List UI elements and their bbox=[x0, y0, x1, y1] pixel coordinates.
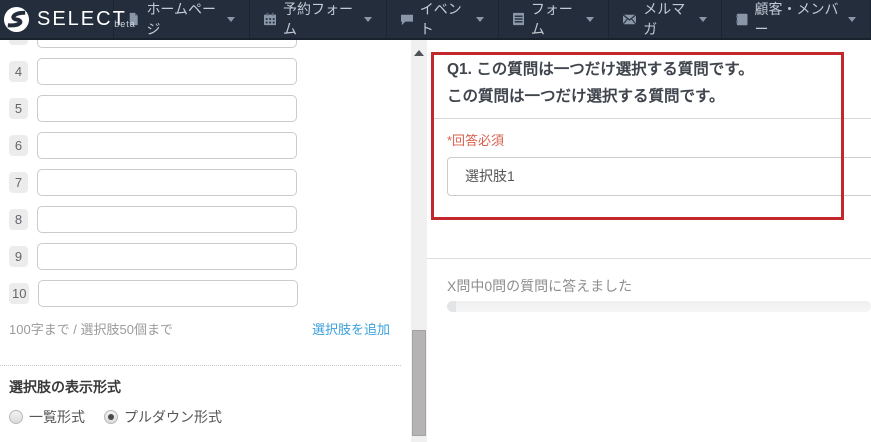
choice-row: 4 bbox=[9, 58, 401, 85]
scrollbar-thumb[interactable] bbox=[412, 330, 426, 436]
calendar-icon bbox=[263, 12, 276, 26]
preview-divider bbox=[427, 258, 871, 259]
choice-row: 10 bbox=[9, 280, 401, 307]
question-title-line2: この質問は一つだけ選択する質問です。 bbox=[447, 88, 725, 105]
nav-item-label: イベント bbox=[419, 1, 462, 37]
nav-item-customers-members[interactable]: 顧客・メンバー bbox=[721, 0, 871, 38]
choice-row: 7 bbox=[9, 169, 401, 196]
nav-item-event[interactable]: イベント bbox=[385, 0, 498, 38]
answer-progress-fill bbox=[447, 301, 456, 312]
add-choice-link[interactable]: 選択肢を追加 bbox=[312, 319, 390, 338]
choice-number-badge: 7 bbox=[9, 172, 28, 193]
form-preview-panel: Q1. この質問は一つだけ選択する質問です。 この質問は一つだけ選択する質問です… bbox=[427, 40, 871, 442]
choice-number-badge: 3 bbox=[9, 40, 28, 45]
chevron-down-icon bbox=[848, 16, 856, 22]
chevron-down-icon bbox=[363, 16, 372, 22]
choice-row: 6 bbox=[9, 132, 401, 159]
choice-row: 9 bbox=[9, 243, 401, 270]
vertical-scrollbar[interactable] bbox=[411, 40, 427, 442]
choice-number-badge: 10 bbox=[9, 283, 30, 304]
logo-beta-label: beta bbox=[114, 19, 136, 29]
choice-limits-text: 100字まで / 選択肢50個まで bbox=[9, 322, 173, 337]
choice-row: 3 bbox=[9, 40, 401, 48]
choice-text-input[interactable] bbox=[37, 40, 297, 48]
nav-item-mailmagazine[interactable]: メルマガ bbox=[608, 0, 721, 38]
choice-text-input[interactable] bbox=[37, 243, 297, 270]
nav-item-label: フォーム bbox=[530, 1, 573, 37]
nav-item-form[interactable]: フォーム bbox=[497, 0, 609, 38]
choice-text-input[interactable] bbox=[37, 132, 297, 159]
chevron-down-icon bbox=[699, 16, 708, 22]
choice-row: 5 bbox=[9, 95, 401, 122]
select-logo-icon bbox=[3, 6, 30, 32]
radio-label-pulldown-format[interactable]: プルダウン形式 bbox=[124, 407, 222, 427]
question-title-line1: Q1. この質問は一つだけ選択する質問です。 bbox=[447, 61, 754, 78]
choice-limits-row: 100字まで / 選択肢50個まで 選択肢を追加 bbox=[9, 319, 390, 338]
chevron-down-icon bbox=[226, 16, 235, 22]
choice-text-input[interactable] bbox=[37, 206, 297, 233]
scrollbar-up-arrow[interactable] bbox=[411, 46, 427, 60]
choice-text-input[interactable] bbox=[37, 58, 297, 85]
section-divider bbox=[0, 365, 401, 366]
chat-icon bbox=[400, 14, 413, 25]
display-format-title: 選択肢の表示形式 bbox=[9, 379, 121, 395]
app-logo[interactable]: SELECT beta bbox=[0, 0, 135, 38]
choice-number-badge: 9 bbox=[9, 246, 28, 267]
chevron-down-icon bbox=[475, 16, 484, 22]
top-nav: SELECT beta ホームページ 予約フォーム イベント フォーム メルマガ… bbox=[0, 0, 871, 40]
radio-pulldown-format[interactable] bbox=[104, 410, 118, 424]
progress-status-text: X問中0問の質問に答えました bbox=[447, 278, 633, 294]
nav-item-label: メルマガ bbox=[643, 1, 686, 37]
answer-select-dropdown[interactable]: 選択肢1 bbox=[447, 157, 871, 196]
choice-text-input[interactable] bbox=[38, 280, 299, 307]
mail-icon bbox=[623, 13, 637, 25]
nav-item-reservation-form[interactable]: 予約フォーム bbox=[248, 0, 386, 38]
choice-row: 8 bbox=[9, 206, 401, 233]
choice-number-badge: 5 bbox=[9, 98, 28, 119]
choice-text-input[interactable] bbox=[37, 95, 297, 122]
answer-progress-bar bbox=[447, 301, 871, 312]
radio-label-list-format[interactable]: 一覧形式 bbox=[29, 407, 85, 427]
choice-number-badge: 4 bbox=[9, 61, 28, 82]
form-icon bbox=[512, 12, 524, 26]
display-format-options: 一覧形式 プルダウン形式 bbox=[9, 407, 411, 427]
question-title: Q1. この質問は一つだけ選択する質問です。 この質問は一つだけ選択する質問です… bbox=[447, 56, 837, 110]
choice-number-badge: 8 bbox=[9, 209, 28, 230]
nav-item-label: 予約フォーム bbox=[283, 1, 353, 37]
required-label: *回答必須 bbox=[447, 133, 505, 148]
choice-number-badge: 6 bbox=[9, 135, 28, 156]
preview-divider bbox=[434, 118, 871, 119]
nav-item-label: ホームページ bbox=[146, 1, 217, 37]
nav-item-label: 顧客・メンバー bbox=[754, 1, 839, 37]
choice-text-input[interactable] bbox=[37, 169, 297, 196]
radio-list-format[interactable] bbox=[9, 410, 23, 424]
choice-editor-panel: 3 4 5 6 7 8 9 10 100字まで / 選択肢50個まで 選択肢を追… bbox=[0, 40, 411, 442]
contacts-icon bbox=[736, 13, 748, 25]
chevron-down-icon bbox=[586, 16, 595, 22]
